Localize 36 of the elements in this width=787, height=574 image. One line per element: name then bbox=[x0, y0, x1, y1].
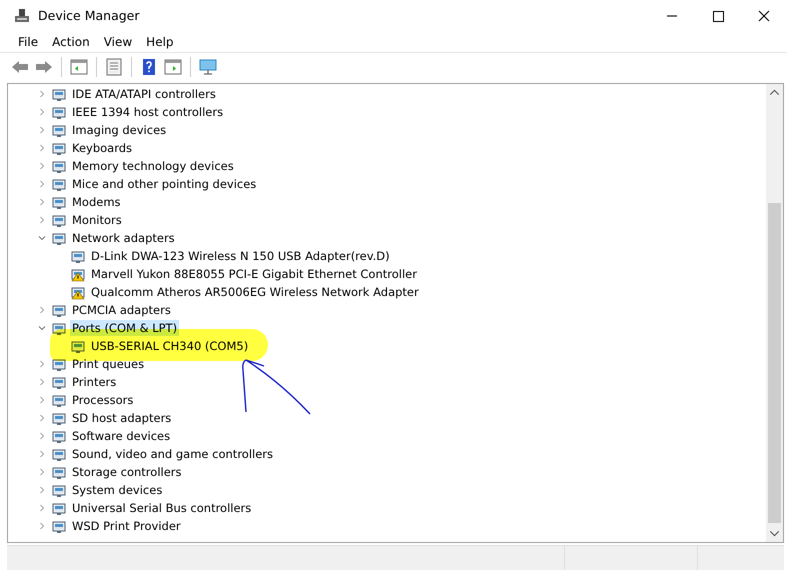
tree-item[interactable]: Qualcomm Atheros AR5006EG Wireless Network Adapter bbox=[89, 284, 421, 300]
tree-item[interactable]: SD host adapters bbox=[70, 410, 174, 426]
scroll-thumb[interactable] bbox=[768, 203, 781, 523]
tree-item[interactable]: System devices bbox=[70, 482, 164, 498]
tree-item[interactable]: Marvell Yukon 88E8055 PCI-E Gigabit Ethernet Controller bbox=[89, 266, 419, 282]
tree-item[interactable]: IDE ATA/ATAPI controllers bbox=[70, 86, 218, 102]
tree-item[interactable]: PCMCIA adapters bbox=[70, 302, 173, 318]
tree-item[interactable]: IEEE 1394 host controllers bbox=[70, 104, 226, 120]
app-icon bbox=[14, 8, 30, 24]
menu-item[interactable]: Help bbox=[139, 34, 181, 48]
tree-item[interactable]: Processors bbox=[70, 392, 136, 408]
tree-item[interactable]: Storage controllers bbox=[70, 464, 184, 480]
tree-item[interactable]: Sound, video and game controllers bbox=[70, 446, 276, 462]
properties-icon[interactable] bbox=[104, 56, 124, 76]
tree-item[interactable]: Mice and other pointing devices bbox=[70, 176, 258, 192]
menu-item[interactable]: View bbox=[96, 34, 140, 48]
window-pane-icon[interactable] bbox=[69, 56, 89, 76]
tree-item[interactable]: D-Link DWA-123 Wireless N 150 USB Adapter(rev.D) bbox=[89, 248, 392, 264]
tree-item[interactable]: Print queues bbox=[70, 356, 146, 372]
menu-item[interactable]: File bbox=[11, 34, 46, 48]
window-pane-icon[interactable] bbox=[163, 56, 183, 76]
tree-item[interactable]: Imaging devices bbox=[70, 122, 168, 138]
scrollbar[interactable] bbox=[766, 84, 783, 542]
tree-item[interactable]: Modems bbox=[70, 194, 123, 210]
tree-item[interactable]: Keyboards bbox=[70, 140, 134, 156]
menu-item[interactable]: Action bbox=[45, 34, 97, 48]
tree-item[interactable]: WSD Print Provider bbox=[70, 518, 183, 534]
tree-item[interactable]: Printers bbox=[70, 374, 118, 390]
window-title: Device Manager bbox=[38, 8, 140, 23]
tree-item[interactable]: USB-SERIAL CH340 (COM5) bbox=[89, 338, 250, 354]
tree-item[interactable]: Monitors bbox=[70, 212, 124, 228]
tree-item[interactable]: Universal Serial Bus controllers bbox=[70, 500, 254, 516]
tree-item[interactable]: Software devices bbox=[70, 428, 172, 444]
tree-item[interactable]: Memory technology devices bbox=[70, 158, 236, 174]
monitor-icon[interactable] bbox=[198, 56, 218, 76]
tree-item[interactable]: Network adapters bbox=[70, 230, 177, 246]
